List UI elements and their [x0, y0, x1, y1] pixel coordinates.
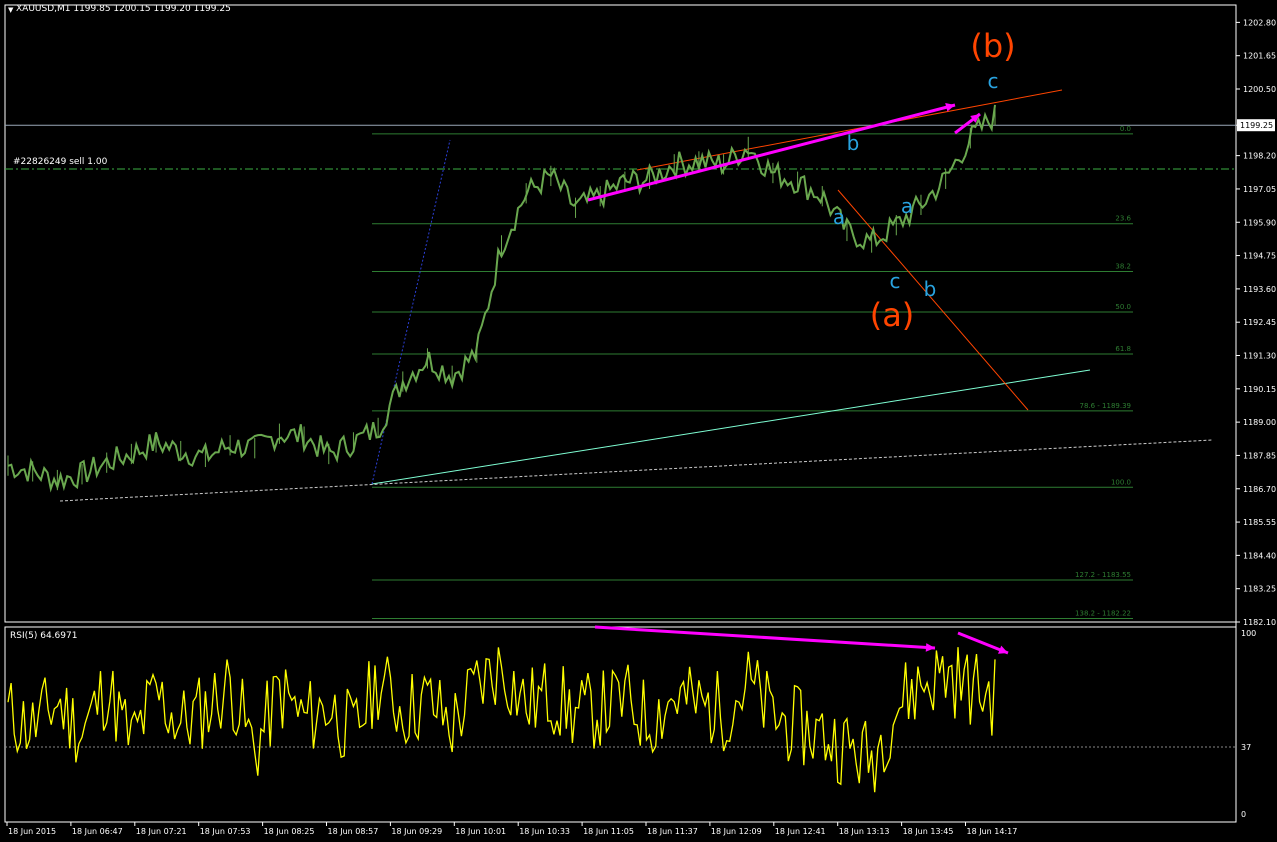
fib-level-label: 100.0	[1111, 478, 1131, 486]
wave-label-big-b: (b)	[970, 27, 1015, 65]
time-tick-label: 18 Jun 08:57	[328, 827, 379, 836]
fib-level-label: 0.0	[1120, 125, 1131, 133]
wave-label-b-bottom: b	[924, 277, 937, 301]
time-tick-label: 18 Jun 13:45	[903, 827, 954, 836]
rsi-tick-label: 37	[1241, 743, 1251, 752]
main-panel-frame	[4, 4, 1237, 623]
fib-level-label: 61.8	[1115, 345, 1131, 353]
price-tick-label: 1187.85	[1243, 451, 1276, 460]
cyan-trendline	[371, 369, 1091, 485]
price-tick-label: 1182.10	[1243, 618, 1276, 627]
time-tick-label: 18 Jun 09:29	[391, 827, 442, 836]
price-tick-label: 1194.75	[1243, 252, 1276, 261]
rsi-tick-label: 100	[1241, 629, 1256, 638]
rsi-series-line	[7, 647, 996, 793]
time-tick-label: 18 Jun 07:53	[200, 827, 251, 836]
dotted-trendline	[59, 439, 1213, 502]
time-tick-label: 18 Jun 06:47	[72, 827, 123, 836]
time-tick-label: 18 Jun 08:25	[264, 827, 315, 836]
trade-label: #22826249 sell 1.00	[13, 157, 108, 167]
price-tick-label: 1190.15	[1243, 385, 1276, 394]
fib-level-label: 38.2	[1115, 262, 1131, 270]
magenta-upper-arrow	[587, 103, 956, 202]
rsi-panel-frame	[4, 626, 1237, 823]
price-tick-label: 1185.55	[1243, 518, 1276, 527]
time-tick-label: 18 Jun 12:41	[775, 827, 826, 836]
wave-label-a-left: a	[833, 205, 845, 229]
time-tick-label: 18 Jun 11:05	[583, 827, 634, 836]
time-tick-label: 18 Jun 2015	[8, 827, 56, 836]
price-tick-label: 1198.20	[1243, 152, 1276, 161]
magenta-rsi-arrow	[594, 625, 936, 650]
time-tick-label: 18 Jun 13:13	[839, 827, 890, 836]
time-tick-label: 18 Jun 12:09	[711, 827, 762, 836]
price-tick-label: 1191.30	[1243, 352, 1276, 361]
fib-level-label: 23.6	[1115, 215, 1131, 223]
chart-canvas[interactable]: 1202.80 1201.65 1200.50 1198.20 1197.05 1195.…	[0, 0, 1277, 838]
time-tick-label: 18 Jun 10:01	[455, 827, 506, 836]
price-tick-label: 1193.60	[1243, 285, 1276, 294]
symbol-header: XAUUSD,M1 1199.85 1200.15 1199.20 1199.2…	[16, 4, 231, 14]
wave-label-c-top: c	[988, 69, 999, 93]
price-tick-label: 1186.70	[1243, 485, 1276, 494]
price-tick-label: 1184.40	[1243, 551, 1276, 560]
wave-label-big-a: (a)	[870, 296, 915, 334]
price-tick-label: 1183.25	[1243, 585, 1276, 594]
time-tick-label: 18 Jun 14:17	[967, 827, 1018, 836]
price-tick-label: 1197.05	[1243, 185, 1276, 194]
fib-level-label: 50.0	[1115, 303, 1131, 311]
price-tick-label: 1201.65	[1243, 52, 1276, 61]
fib-level-label: 138.2 - 1182.22	[1075, 610, 1131, 618]
collapse-triangle-icon[interactable]: ▼	[8, 6, 13, 14]
rsi-label: RSI(5) 64.6971	[10, 631, 78, 641]
price-tick-label: 1202.80	[1243, 18, 1276, 27]
chart-window[interactable]: 1202.80 1201.65 1200.50 1198.20 1197.05 1195.…	[0, 0, 1277, 838]
wave-label-b-top: b	[847, 131, 860, 155]
wave-label-c-bottom: c	[890, 269, 901, 293]
rsi-tick-label: 0	[1241, 810, 1246, 819]
price-tick-label: 1192.45	[1243, 318, 1276, 327]
time-tick-label: 18 Jun 11:37	[647, 827, 698, 836]
wave-label-a-right: a	[901, 194, 913, 218]
price-series-line	[7, 104, 996, 493]
price-tick-label: 1200.50	[1243, 85, 1276, 94]
time-tick-label: 18 Jun 07:21	[136, 827, 187, 836]
fib-level-label: 78.6 - 1189.39	[1079, 402, 1131, 410]
fib-level-label: 127.2 - 1183.55	[1075, 571, 1131, 579]
time-tick-label: 18 Jun 10:33	[519, 827, 570, 836]
magenta-rsi-arrow-head	[925, 643, 935, 652]
price-tick-label: 1195.90	[1243, 218, 1276, 227]
current-price-label: 1199.25	[1240, 121, 1273, 130]
price-tick-label: 1189.00	[1243, 418, 1276, 427]
